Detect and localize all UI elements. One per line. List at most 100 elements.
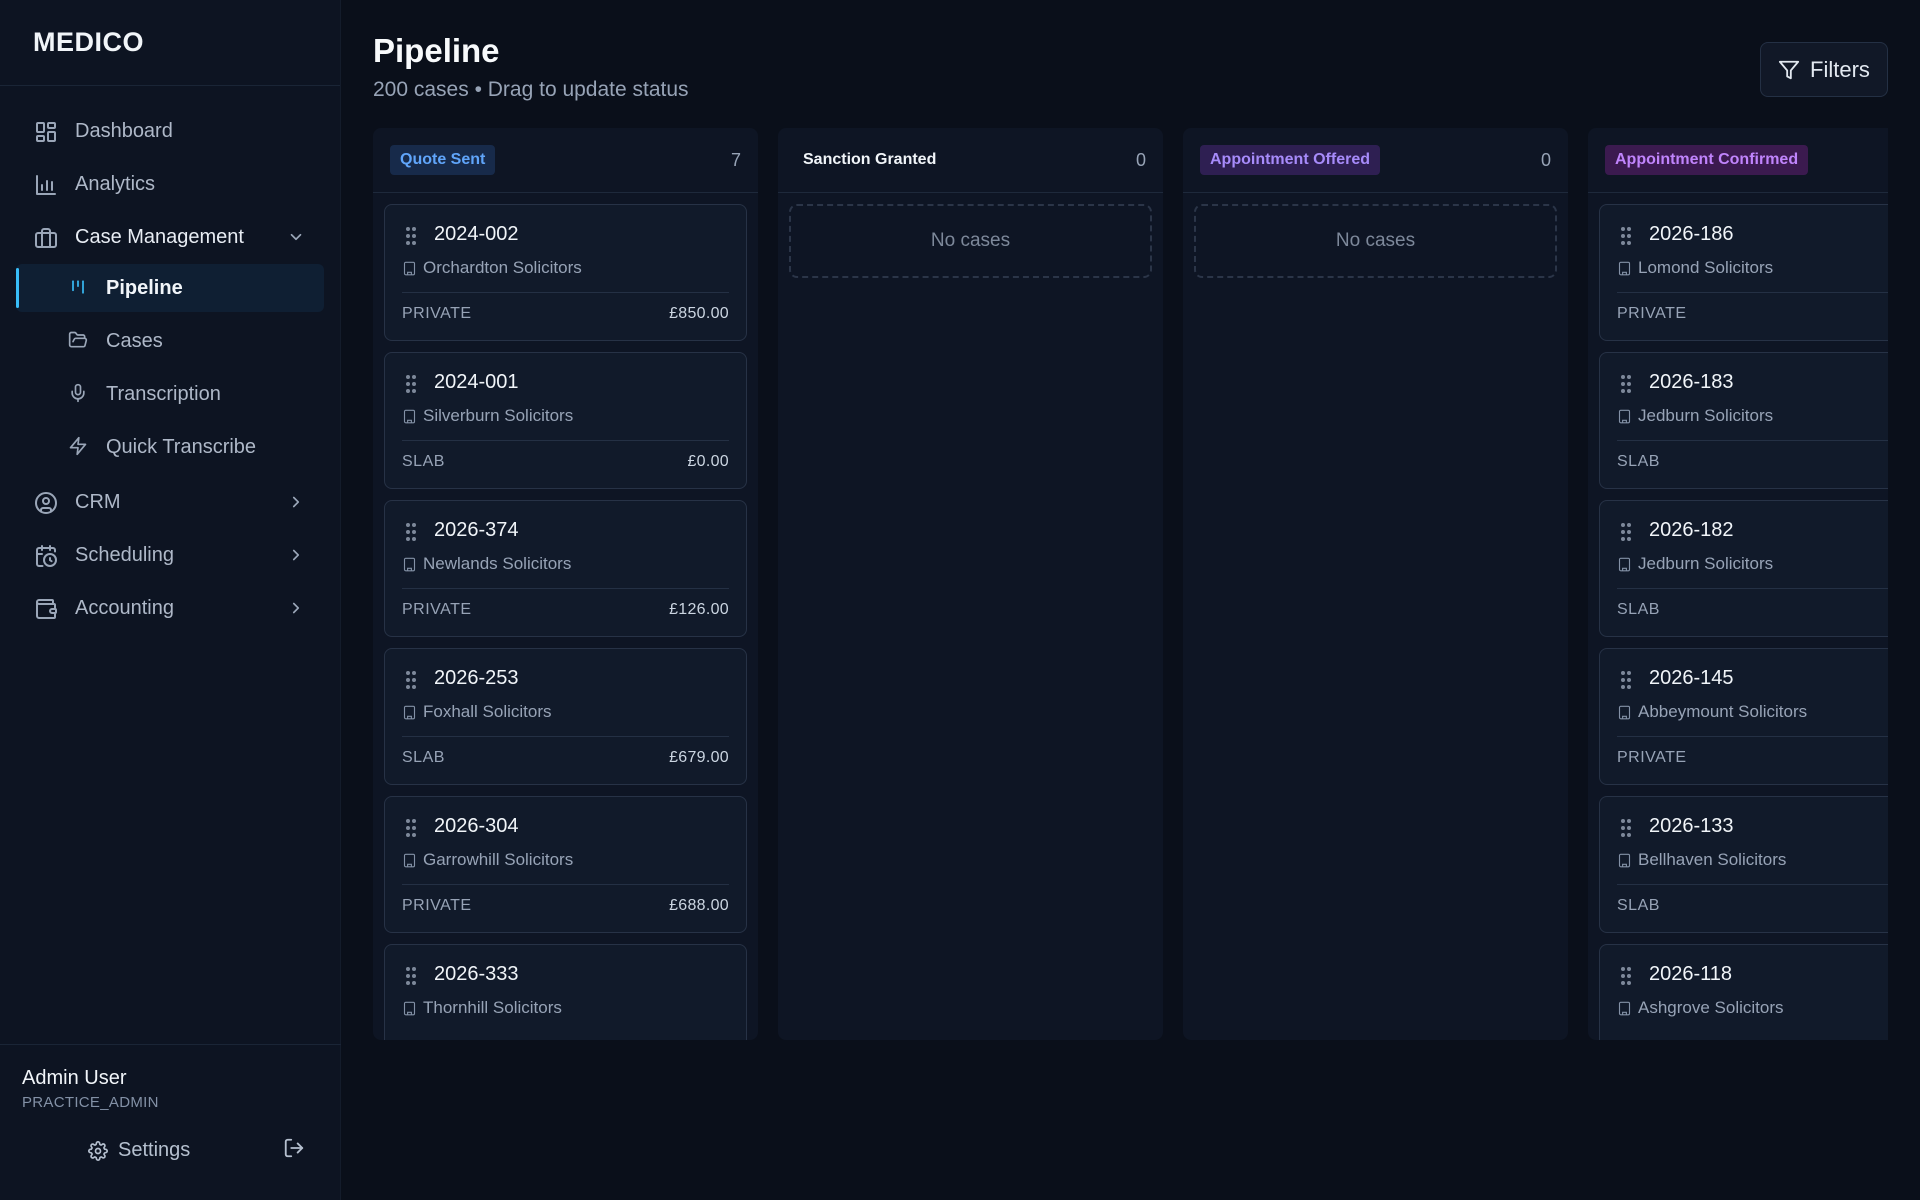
sidebar-item-pipeline[interactable]: Pipeline [16,264,324,312]
card-divider [1617,884,1888,885]
empty-dropzone[interactable]: No cases [1194,204,1557,278]
drag-handle-icon[interactable] [1621,967,1633,985]
case-card[interactable]: 2026-145Abbeymount SolicitorsPRIVATE£ [1599,648,1888,785]
case-card[interactable]: 2026-183Jedburn SolicitorsSLAB£ [1599,352,1888,489]
column-count: 0 [1135,149,1146,170]
drag-handle-icon[interactable] [406,819,418,837]
nav-crm[interactable]: CRM [0,476,340,529]
drag-handle-icon[interactable] [1621,671,1633,689]
pipeline-column[interactable]: Sanction Granted 0 No cases [778,128,1163,1040]
main-content: Pipeline 200 cases • Drag to update stat… [341,0,1920,1200]
drag-handle-icon[interactable] [406,375,418,393]
user-circle-icon [33,490,59,516]
user-role: PRACTICE_ADMIN [22,1094,159,1111]
case-firm-name: Newlands Solicitors [423,554,572,573]
logout-icon [284,1138,304,1158]
case-id: 2026-253 [434,667,519,689]
card-divider [402,292,729,293]
case-id: 2026-183 [1649,371,1734,393]
settings-label: Settings [118,1139,191,1161]
settings-button[interactable]: Settings [88,1139,190,1162]
column-header: Quote Sent 7 [373,128,758,193]
filters-label: Filters [1810,56,1870,82]
case-firm: Silverburn Solicitors [402,406,573,426]
pipeline-column[interactable]: Appointment Confirmed 2026-186 Lomond Soli… [1588,128,1888,1040]
drag-handle-icon[interactable] [406,967,418,985]
microphone-icon [68,383,90,405]
card-divider [1617,292,1888,293]
case-firm: Garrowhill Solicitors [402,850,573,870]
case-card[interactable]: 2026-182Jedburn SolicitorsSLAB£1 [1599,500,1888,637]
nav-analytics[interactable]: Analytics [0,158,340,211]
user-name: Admin User [22,1067,127,1089]
building-icon [403,261,416,275]
building-icon [1618,261,1631,275]
chevron-right-icon [287,599,307,619]
filters-button[interactable]: Filters [1760,42,1888,97]
case-firm: Thornhill Solicitors [402,998,562,1018]
column-count: 7 [730,149,741,170]
funding-type: SLAB [402,453,445,470]
column-body: 2024-002 Orchardton Solicitors PRIVATE £850… [373,193,758,1040]
case-firm-name: Silverburn Solicitors [423,406,574,425]
case-amount: £850.00 [669,305,729,322]
sidebar-item-transcription[interactable]: Transcription [16,370,324,418]
case-card[interactable]: 2026-304 Garrowhill Solicitors PRIVATE £688… [384,796,747,933]
drag-handle-icon[interactable] [1621,227,1633,245]
building-icon [1618,1001,1631,1015]
column-body: No cases [1183,193,1568,1040]
column-status-badge: Appointment Confirmed [1605,145,1809,175]
case-card[interactable]: 2024-001 Silverburn Solicitors SLAB £0.00 [384,352,747,489]
calendar-clock-icon [33,543,59,569]
case-card[interactable]: 2026-253 Foxhall Solicitors SLAB £679.00 [384,648,747,785]
drag-handle-icon[interactable] [1621,819,1633,837]
case-card[interactable]: 2026-374 Newlands Solicitors PRIVATE £126.0… [384,500,747,637]
chevron-down-icon [287,228,307,248]
case-firm-name: Lomond Solicitors [1638,258,1774,277]
nav-scheduling[interactable]: Scheduling [0,529,340,582]
pipeline-column[interactable]: Appointment Offered 0 No cases [1183,128,1568,1040]
drag-handle-icon[interactable] [406,523,418,541]
case-id: 2026-145 [1649,667,1734,689]
case-card[interactable]: 2026-133Bellhaven SolicitorsSLAB£1 [1599,796,1888,933]
case-card[interactable]: 2026-333 Thornhill Solicitors [384,944,747,1040]
case-firm-name: Jedburn Solicitors [1638,554,1774,573]
funding-type: PRIVATE [1617,749,1687,766]
funding-type: SLAB [1617,897,1660,914]
pipeline-column[interactable]: Quote Sent 7 2024-002 Orchardton Solicitors… [373,128,758,1040]
drag-handle-icon[interactable] [1621,523,1633,541]
drag-handle-icon[interactable] [406,671,418,689]
case-card[interactable]: 2024-002 Orchardton Solicitors PRIVATE £850… [384,204,747,341]
case-card[interactable]: 2026-118 Ashgrove Solicitors [1599,944,1888,1040]
briefcase-icon [33,225,59,251]
empty-dropzone[interactable]: No cases [789,204,1152,278]
funding-type: SLAB [1617,453,1660,470]
sidebar-item-quick-transcribe[interactable]: Quick Transcribe [16,423,324,471]
case-id: 2024-002 [434,223,519,245]
logout-button[interactable] [283,1137,305,1164]
dashboard-icon [33,119,59,145]
case-amount: £688.00 [669,897,729,914]
funding-type: SLAB [402,749,445,766]
case-firm: Abbeymount Solicitors [1617,702,1807,722]
nav-crm-label: CRM [75,491,121,513]
drag-handle-icon[interactable] [406,227,418,245]
case-firm-name: Thornhill Solicitors [423,998,562,1017]
drag-handle-icon[interactable] [1621,375,1633,393]
case-firm-name: Orchardton Solicitors [423,258,582,277]
brand-logo[interactable]: MEDICO [0,0,340,86]
nav-analytics-label: Analytics [75,173,156,195]
nav-case-management[interactable]: Case Management [0,211,340,264]
chevron-right-icon [287,546,307,566]
case-firm: Orchardton Solicitors [402,258,582,278]
nav-accounting[interactable]: Accounting [0,582,340,635]
sidebar-item-cases[interactable]: Cases [16,317,324,365]
user-actions: Settings [22,1137,319,1164]
chevron-right-icon [287,493,307,513]
case-firm: Lomond Solicitors [1617,258,1773,278]
funding-type: PRIVATE [1617,305,1687,322]
case-amount: £679.00 [669,749,729,766]
nav-dashboard[interactable]: Dashboard [0,105,340,158]
case-firm: Foxhall Solicitors [402,702,552,722]
case-card[interactable]: 2026-186Lomond SolicitorsPRIVATE£ [1599,204,1888,341]
